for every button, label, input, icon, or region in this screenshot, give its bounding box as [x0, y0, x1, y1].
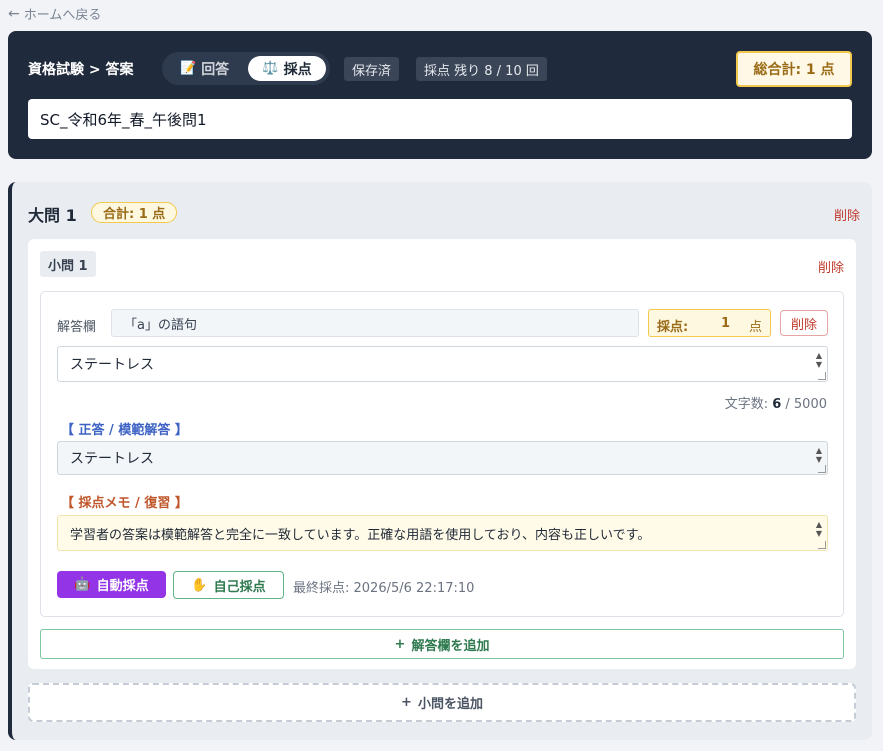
question-subtotal-badge: 合計: 1 点 — [91, 202, 178, 223]
grand-total-badge: 総合計: 1 点 — [736, 51, 852, 87]
sub-question-card: 小問 1 削除 解答欄 「a」の語句 採点: 1 点 削除 ステートレス ▲ ▼ … — [28, 239, 856, 669]
answer-field-label: 解答欄 — [57, 320, 97, 335]
answer-text: ステートレス — [70, 357, 154, 373]
tab-grading[interactable]: ⚖️ 採点 — [248, 56, 326, 81]
answer-field-box: 解答欄 「a」の語句 採点: 1 点 削除 ステートレス ▲ ▼ 文字数: 6 /… — [40, 291, 844, 617]
spinner-icon[interactable]: ▲ ▼ — [814, 446, 824, 464]
model-answer-label: 【 正答 / 模範解答 】 — [61, 423, 188, 438]
delete-answer-field-button[interactable]: 削除 — [780, 310, 828, 336]
model-answer-textarea[interactable]: ステートレス ▲ ▼ — [57, 441, 828, 475]
add-sub-question-button[interactable]: + 小問を追加 — [28, 683, 856, 722]
plus-icon: + — [401, 695, 412, 710]
resize-handle-icon[interactable] — [818, 372, 826, 380]
header-panel: 資格試験 > 答案 📝 回答 ⚖️ 採点 保存済 採点 残り 8 / 10 回 … — [8, 31, 872, 159]
breadcrumb: 資格試験 > 答案 — [28, 62, 134, 78]
tab-answer[interactable]: 📝 回答 — [170, 56, 239, 81]
char-count-prefix: 文字数: — [724, 397, 773, 412]
score-value[interactable]: 1 — [721, 316, 730, 331]
spinner-icon[interactable]: ▲ ▼ — [814, 520, 824, 538]
hand-icon: ✋ — [191, 577, 208, 593]
score-input-box[interactable]: 採点: 1 点 — [648, 309, 771, 337]
char-count: 文字数: 6 / 5000 — [725, 393, 827, 412]
sub-question-title: 小問 1 — [40, 251, 96, 277]
tab-answer-label: 回答 — [201, 61, 230, 78]
question-title: 大問 1 — [28, 206, 77, 225]
add-answer-field-label: 解答欄を追加 — [411, 638, 490, 654]
score-unit: 点 — [749, 320, 763, 335]
back-link-label: ホームへ戻る — [23, 8, 102, 23]
add-answer-field-button[interactable]: + 解答欄を追加 — [40, 629, 844, 659]
resize-handle-icon[interactable] — [818, 465, 826, 473]
self-grade-button[interactable]: ✋ 自己採点 — [173, 571, 284, 599]
memo-icon: 📝 — [180, 61, 197, 76]
grading-remaining-badge: 採点 残り 8 / 10 回 — [416, 57, 547, 81]
score-label: 採点: — [657, 320, 689, 335]
tab-grading-label: 採点 — [283, 61, 312, 78]
scale-icon: ⚖️ — [262, 61, 279, 76]
grading-memo-textarea[interactable]: 学習者の答案は模範解答と完全に一致しています。正確な用語を使用しており、内容も正… — [57, 515, 828, 551]
char-count-limit: / 5000 — [781, 397, 827, 412]
last-graded-timestamp: 最終採点: 2026/5/6 22:17:10 — [293, 581, 475, 596]
spinner-icon[interactable]: ▲ ▼ — [814, 351, 824, 369]
robot-icon: 🤖 — [74, 577, 91, 592]
self-grade-label: 自己採点 — [213, 579, 266, 595]
auto-grade-label: 自動採点 — [96, 579, 149, 594]
delete-sub-question-link[interactable]: 削除 — [818, 257, 844, 276]
exam-title-input[interactable] — [28, 99, 852, 139]
arrow-left-icon: ← — [8, 5, 20, 22]
grading-memo-label: 【 採点メモ / 復習 】 — [61, 496, 188, 511]
back-to-home-link[interactable]: ← ホームへ戻る — [8, 4, 102, 24]
char-count-value: 6 — [772, 397, 782, 412]
plus-icon: + — [394, 636, 406, 652]
save-status-badge: 保存済 — [344, 57, 400, 81]
model-answer-text: ステートレス — [70, 451, 154, 467]
answer-textarea[interactable]: ステートレス ▲ ▼ — [57, 346, 828, 382]
add-sub-question-label: 小問を追加 — [417, 697, 483, 712]
grading-memo-text: 学習者の答案は模範解答と完全に一致しています。正確な用語を使用しており、内容も正… — [70, 527, 651, 543]
mode-toggle: 📝 回答 ⚖️ 採点 — [162, 52, 330, 85]
question-card: 大問 1 合計: 1 点 削除 小問 1 削除 解答欄 「a」の語句 採点: 1… — [8, 182, 872, 740]
delete-question-link[interactable]: 削除 — [834, 205, 860, 224]
auto-grade-button[interactable]: 🤖 自動採点 — [57, 571, 166, 598]
resize-handle-icon[interactable] — [818, 541, 826, 549]
answer-field-name-input[interactable]: 「a」の語句 — [111, 309, 639, 337]
